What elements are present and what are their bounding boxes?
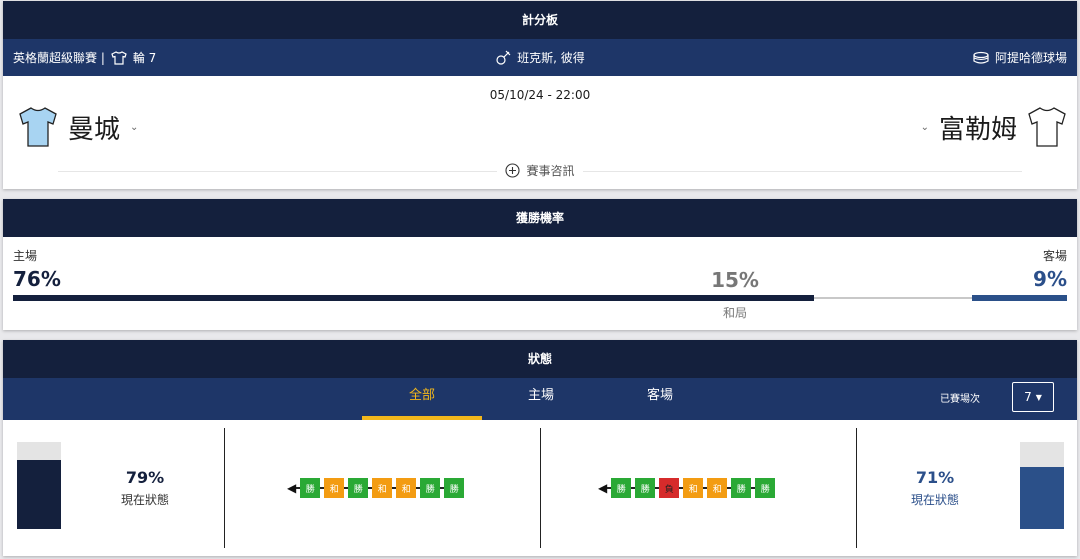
- win-probability-title: 獲勝機率: [3, 199, 1077, 237]
- draw-pct: 15%: [711, 268, 759, 292]
- away-team-name: 富勒姆: [938, 114, 1017, 145]
- result-badge[interactable]: 負: [659, 478, 680, 498]
- result-badge[interactable]: 勝: [635, 478, 656, 498]
- scoreboard-title: 計分板: [3, 1, 1077, 39]
- plus-circle-icon: [505, 163, 521, 178]
- referee-info: 班克斯, 彼得: [3, 39, 1077, 76]
- away-form-fill: [1020, 467, 1064, 529]
- chevron-down-icon[interactable]: ⌄: [130, 122, 138, 133]
- arrow-left-icon: ◀: [598, 481, 608, 495]
- chevron-down-icon[interactable]: ⌄: [921, 122, 929, 133]
- tab-all[interactable]: 全部: [362, 378, 482, 420]
- result-badge[interactable]: 勝: [444, 478, 465, 498]
- result-badge[interactable]: 勝: [300, 478, 321, 498]
- away-results-streak: ◀ 勝勝負和和勝勝: [598, 478, 776, 498]
- result-badge[interactable]: 和: [324, 478, 345, 498]
- venue-info: 阿提哈德球場: [972, 39, 1067, 76]
- probability-bar: [13, 295, 1067, 301]
- divider: [856, 428, 857, 548]
- played-label: 已賽場次: [940, 394, 980, 405]
- result-badge[interactable]: 勝: [755, 478, 776, 498]
- result-badge[interactable]: 和: [707, 478, 728, 498]
- form-card: 狀態 全部 主場 客場 已賽場次 7 ▼ 79% 現在狀態 ◀ 勝和勝和和勝勝 …: [3, 340, 1077, 556]
- match-datetime: 05/10/24 - 22:00: [489, 88, 591, 102]
- whistle-icon: [495, 50, 511, 66]
- home-form-fill: [17, 460, 61, 529]
- home-form-pct: 79%: [125, 468, 165, 487]
- result-badge[interactable]: 和: [372, 478, 393, 498]
- away-prob-segment: [972, 295, 1067, 301]
- match-info-button[interactable]: 賽事咨訊: [497, 162, 583, 179]
- home-prob-segment: [13, 295, 814, 301]
- match-meta-bar: 英格蘭超級聯賽 | 輪 7 班克斯, 彼得 阿提哈德球場: [3, 39, 1077, 76]
- home-label: 主場: [13, 249, 38, 263]
- home-team[interactable]: 曼城 ⌄: [18, 105, 138, 149]
- away-team[interactable]: ⌄ 富勒姆: [921, 105, 1067, 149]
- away-shirt-icon: [1027, 106, 1067, 148]
- result-badge[interactable]: 勝: [348, 478, 369, 498]
- match-info-label: 賽事咨訊: [526, 164, 575, 178]
- draw-prob-segment: [814, 297, 972, 299]
- tab-away[interactable]: 客場: [600, 378, 720, 420]
- result-badge[interactable]: 和: [396, 478, 417, 498]
- form-tabs: 全部 主場 客場 已賽場次 7 ▼: [3, 378, 1077, 420]
- away-win-pct: 9%: [1033, 267, 1067, 291]
- home-results-streak: ◀ 勝和勝和和勝勝: [287, 478, 465, 498]
- result-badge[interactable]: 勝: [611, 478, 632, 498]
- home-form-label: 現在狀態: [120, 493, 169, 507]
- venue-name: 阿提哈德球場: [994, 51, 1067, 65]
- tab-home[interactable]: 主場: [481, 378, 601, 420]
- away-form-pct: 71%: [915, 468, 955, 487]
- result-badge[interactable]: 勝: [420, 478, 441, 498]
- home-shirt-icon: [18, 106, 58, 148]
- home-form-bar: [17, 442, 61, 529]
- away-label: 客場: [1042, 249, 1067, 263]
- result-badge[interactable]: 和: [683, 478, 704, 498]
- form-title: 狀態: [3, 340, 1077, 378]
- arrow-left-icon: ◀: [287, 481, 297, 495]
- stadium-icon: [972, 51, 990, 65]
- away-form-label: 現在狀態: [910, 493, 959, 507]
- divider: [540, 428, 541, 548]
- away-form-bar: [1020, 442, 1064, 529]
- played-select[interactable]: 7 ▼: [1012, 382, 1054, 412]
- divider: [224, 428, 225, 548]
- caret-down-icon: ▼: [1035, 392, 1042, 402]
- draw-label: 和局: [722, 306, 747, 320]
- scoreboard-card: 計分板 英格蘭超級聯賽 | 輪 7 班克斯, 彼得 阿提哈德球場 05/10/2…: [3, 1, 1077, 189]
- played-value: 7: [1024, 390, 1032, 404]
- home-win-pct: 76%: [13, 267, 61, 291]
- win-probability-card: 獲勝機率 主場 76% 15% 客場 9% 和局: [3, 199, 1077, 330]
- result-badge[interactable]: 勝: [731, 478, 752, 498]
- home-team-name: 曼城: [68, 114, 121, 145]
- referee-name: 班克斯, 彼得: [517, 51, 585, 65]
- match-info-toggle: 賽事咨訊: [3, 162, 1077, 179]
